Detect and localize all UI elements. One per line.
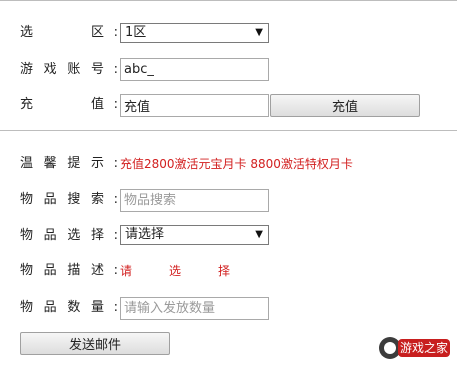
tip-label-text: 温馨提示 <box>20 154 104 174</box>
item-desc-char: 请 <box>120 264 133 278</box>
zone-select[interactable]: 1区 ▼ <box>120 23 269 43</box>
item-select-colon: : <box>113 228 118 243</box>
send-mail-button[interactable]: 发送邮件 <box>20 332 170 355</box>
label-char: 索 <box>90 192 104 207</box>
item-qty-label: 物品数量 : <box>20 298 118 318</box>
zone-select-value: 1区 <box>125 25 147 40</box>
top-divider <box>0 0 457 1</box>
label-char: 选 <box>67 228 81 243</box>
item-desc-colon: : <box>113 263 118 278</box>
label-char: 号 <box>90 62 104 77</box>
recharge-button[interactable]: 充值 <box>270 94 420 117</box>
account-colon: : <box>113 62 118 77</box>
label-char: 戏 <box>43 62 57 77</box>
label-char: 充 <box>20 97 34 112</box>
item-desc-text: 请 选 择 <box>120 261 230 281</box>
label-char: 数 <box>67 300 81 315</box>
item-qty-label-text: 物品数量 <box>20 298 104 318</box>
label-char: 区 <box>90 25 104 40</box>
label-char: 游 <box>20 62 34 77</box>
label-char: 温 <box>20 156 34 171</box>
recharge-colon: : <box>113 97 118 112</box>
account-input[interactable] <box>120 58 269 81</box>
label-char: 品 <box>43 263 57 278</box>
label-char: 描 <box>67 263 81 278</box>
section-divider <box>0 130 457 131</box>
logo-text: 游戏之家 <box>400 340 448 355</box>
label-char: 示 <box>90 156 104 171</box>
item-desc-label-text: 物品描述 <box>20 261 104 281</box>
item-select-value: 请选择 <box>125 227 165 242</box>
label-char: 提 <box>67 156 81 171</box>
label-char: 物 <box>20 300 34 315</box>
item-select-label-text: 物品选择 <box>20 226 104 246</box>
label-char: 择 <box>90 228 104 243</box>
recharge-label-text: 充值 <box>20 95 104 115</box>
tip-text: 充值2800激活元宝月卡 8800激活特权月卡 <box>120 157 353 171</box>
account-label-text: 游戏账号 <box>20 60 104 80</box>
site-logo: 游戏之家 <box>379 337 450 359</box>
chevron-down-icon: ▼ <box>255 27 263 38</box>
label-char: 选 <box>20 25 34 40</box>
item-qty-input[interactable] <box>120 297 269 320</box>
item-search-input[interactable] <box>120 189 269 212</box>
tip-colon: : <box>113 156 118 171</box>
item-desc-label: 物品描述 : <box>20 261 118 281</box>
item-select-label: 物品选择 : <box>20 226 118 246</box>
zone-label: 选区 : <box>20 23 118 43</box>
label-char: 馨 <box>43 156 57 171</box>
label-char: 品 <box>43 300 57 315</box>
item-search-colon: : <box>113 192 118 207</box>
item-qty-colon: : <box>113 300 118 315</box>
label-char: 量 <box>90 300 104 315</box>
label-char: 品 <box>43 228 57 243</box>
label-char: 账 <box>67 62 81 77</box>
item-select[interactable]: 请选择 ▼ <box>120 225 269 245</box>
account-label: 游戏账号 : <box>20 60 118 80</box>
label-char: 物 <box>20 228 34 243</box>
label-char: 品 <box>43 192 57 207</box>
chevron-down-icon: ▼ <box>255 229 263 240</box>
zone-label-text: 选区 <box>20 23 104 43</box>
item-desc-char: 选 <box>168 264 181 278</box>
zone-colon: : <box>113 25 118 40</box>
label-char: 搜 <box>67 192 81 207</box>
recharge-label: 充值 : <box>20 95 118 115</box>
label-char: 物 <box>20 263 34 278</box>
tip-label: 温馨提示 : <box>20 154 118 174</box>
label-char: 物 <box>20 192 34 207</box>
recharge-input[interactable] <box>120 94 269 117</box>
item-desc-char: 择 <box>217 264 230 278</box>
item-search-label: 物品搜索 : <box>20 190 118 210</box>
label-char: 值 <box>90 97 104 112</box>
label-char: 述 <box>90 263 104 278</box>
item-search-label-text: 物品搜索 <box>20 190 104 210</box>
